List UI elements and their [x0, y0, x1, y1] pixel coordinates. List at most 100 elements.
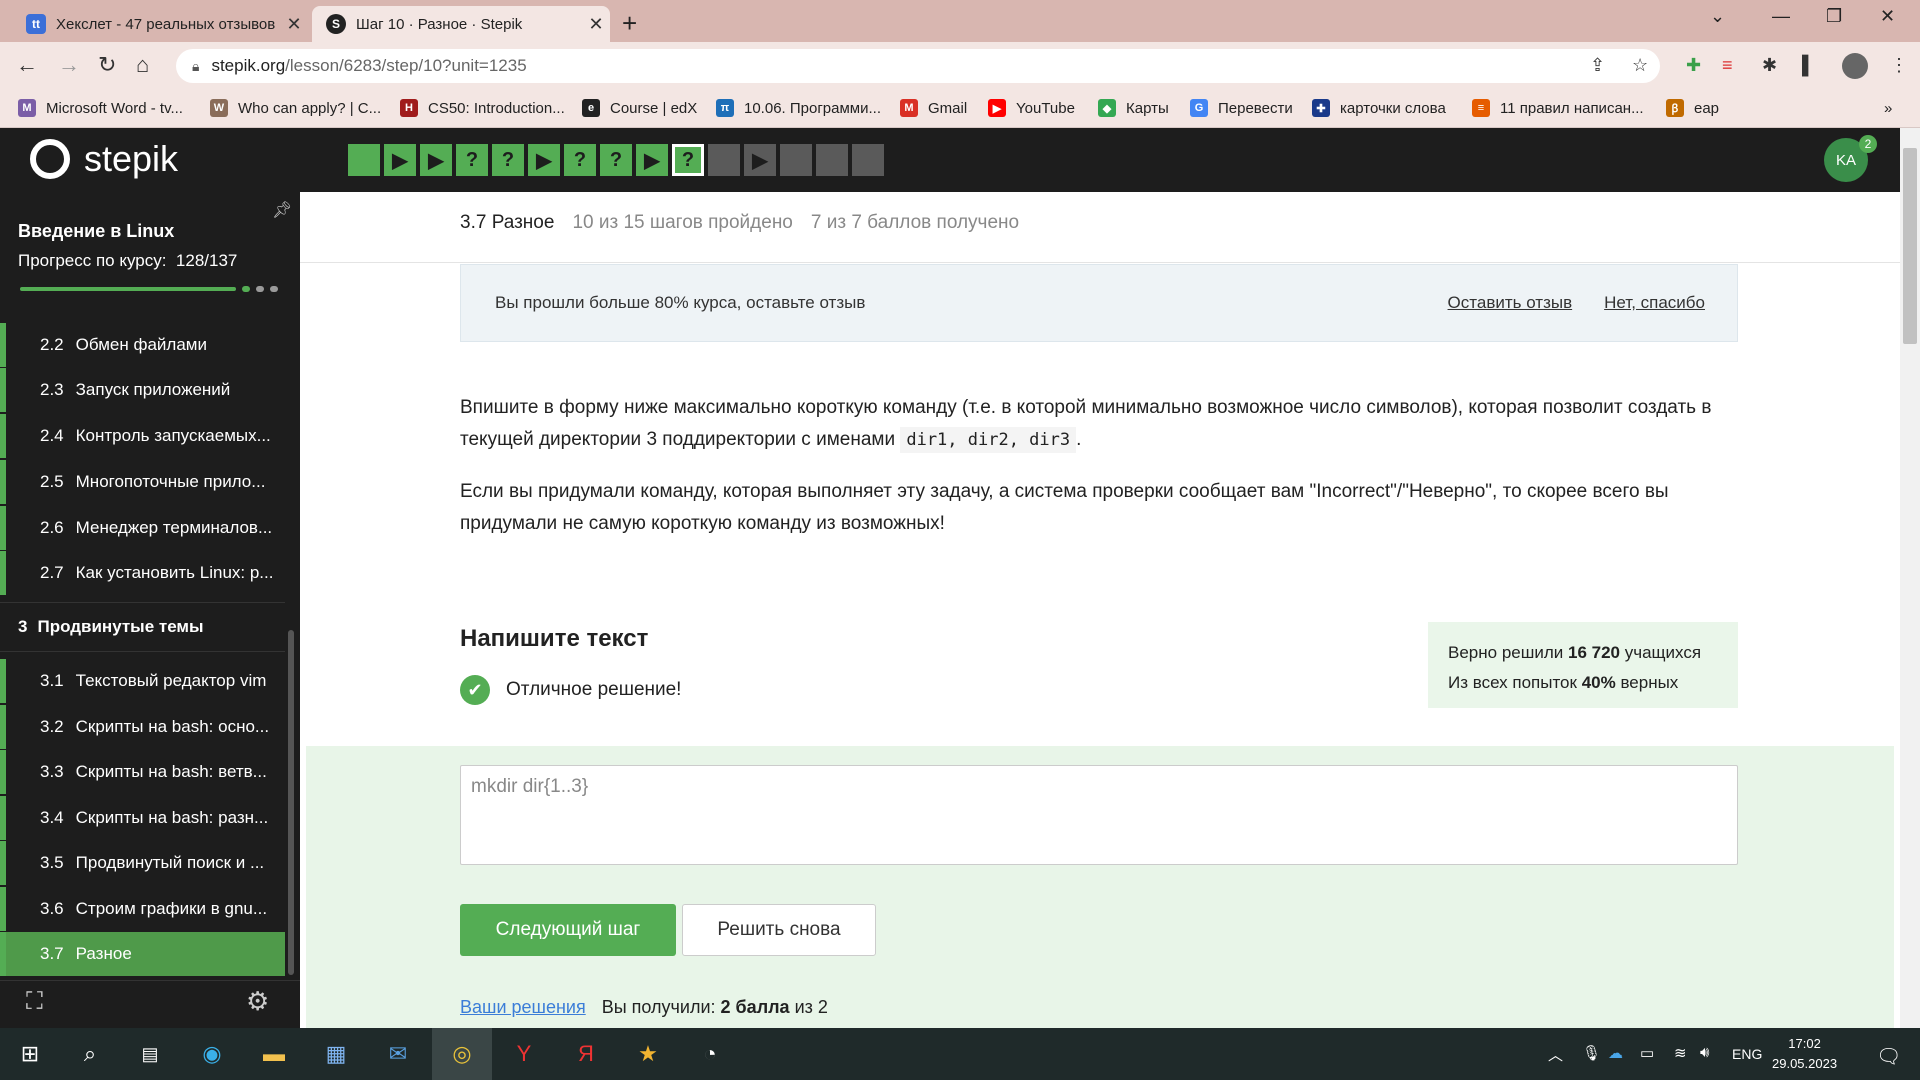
next-step-button[interactable]: Следующий шаг [460, 904, 676, 956]
close-tab-icon[interactable]: ✕ [280, 14, 308, 35]
close-tab-icon[interactable]: ✕ [582, 14, 610, 35]
store-icon[interactable]: ▦ [320, 1038, 352, 1070]
reload-icon[interactable]: ↻ [98, 52, 116, 78]
onedrive-icon[interactable]: ☁ [1608, 1044, 1623, 1062]
share-icon[interactable]: ⇪ [1590, 55, 1605, 76]
lesson-number: 3.4 [40, 808, 64, 827]
sidebar-lesson[interactable]: 3.6 Строим графики в gnu... [0, 887, 285, 931]
bookmark-item[interactable]: ◆ Карты [1098, 96, 1169, 120]
mail-icon[interactable]: ✉ [382, 1038, 414, 1070]
language-indicator[interactable]: ENG [1732, 1046, 1762, 1062]
microphone-icon[interactable]: 🎙︎ [1582, 1044, 1601, 1062]
close-window-icon[interactable]: ✕ [1880, 6, 1895, 27]
tab-search-chevron-icon[interactable]: ⌄ [1710, 6, 1725, 27]
pin-icon[interactable]: 📌︎ [272, 200, 292, 220]
sidebar-lesson[interactable]: 2.7 Как установить Linux: р... [0, 551, 285, 595]
bookmark-item[interactable]: M Gmail [900, 96, 967, 120]
sidebar-lesson-active[interactable]: 3.7 Разное [0, 932, 285, 976]
sidebar-section[interactable]: 3 Продвинутые темы [0, 602, 285, 652]
minimize-icon[interactable]: — [1772, 6, 1790, 27]
course-title[interactable]: Введение в Linux [18, 221, 174, 242]
url-bar[interactable]: 🔒︎ stepik.org/lesson/6283/step/10?unit=1… [176, 49, 1660, 83]
tray-chevron-icon[interactable]: ︿ [1548, 1044, 1563, 1065]
sidebar-scrollbar[interactable] [288, 630, 294, 975]
step-tab[interactable]: ▶ [384, 144, 416, 176]
step-tab[interactable]: ? [456, 144, 488, 176]
step-tab[interactable]: ? [492, 144, 524, 176]
no-thanks-link[interactable]: Нет, спасибо [1604, 293, 1705, 313]
app-icon[interactable]: ◔ [694, 1038, 726, 1070]
sidebar-lesson[interactable]: 3.1 Текстовый редактор vim [0, 659, 285, 703]
file-explorer-icon[interactable]: ▬ [258, 1038, 290, 1070]
sidebar-lesson[interactable]: 2.5 Многопоточные прило... [0, 460, 285, 504]
sidebar-lesson[interactable]: 3.2 Скрипты на bash: осно... [0, 705, 285, 749]
bookmark-item[interactable]: ▶ YouTube [988, 96, 1075, 120]
search-icon[interactable]: ⌕ [74, 1038, 106, 1070]
step-tab[interactable]: ▶ [420, 144, 452, 176]
windows-start-icon[interactable]: ⊞ [14, 1038, 46, 1070]
bookmark-item[interactable]: G Перевести [1190, 96, 1293, 120]
step-tab[interactable] [780, 144, 812, 176]
stepik-logo[interactable]: stepik [30, 138, 178, 180]
bookmark-item[interactable]: W Who can apply? | C... [210, 96, 381, 120]
bookmarks-overflow-icon[interactable]: » [1884, 96, 1892, 120]
bookmark-item[interactable]: M Microsoft Word - tv... [18, 96, 183, 120]
back-icon[interactable]: ← [16, 52, 38, 78]
bookmark-item[interactable]: ≡ 11 правил написан... [1472, 96, 1644, 120]
bookmark-item[interactable]: π 10.06. Программи... [716, 96, 881, 120]
step-tab[interactable]: ▶ [528, 144, 560, 176]
extensions-puzzle-icon[interactable]: ✱ [1762, 55, 1777, 76]
bookmark-item[interactable]: ✚ карточки слова [1312, 96, 1446, 120]
bookmark-item[interactable]: ꞵ еар [1666, 96, 1719, 120]
edge-icon[interactable]: ◉ [196, 1038, 228, 1070]
wifi-icon[interactable]: ≋ [1674, 1044, 1687, 1062]
volume-icon[interactable]: 🔊︎ [1700, 1044, 1709, 1061]
profile-avatar-icon[interactable] [1842, 53, 1868, 79]
browser-tab-stepik[interactable]: S Шаг 10 · Разное · Stepik ✕ [312, 6, 610, 42]
notifications-icon[interactable]: 🗨︎ [1876, 1044, 1901, 1069]
side-panel-icon[interactable]: ▌ [1802, 55, 1815, 76]
browser-tab-hexlet[interactable]: tt Хекслет - 47 реальных отзывов ✕ [12, 6, 308, 42]
sidebar-lesson[interactable]: 2.2 Обмен файлами [0, 323, 285, 367]
task-view-icon[interactable]: ▤ [134, 1038, 166, 1070]
step-tab[interactable]: ▶ [636, 144, 668, 176]
page-scrollbar-thumb[interactable] [1903, 148, 1917, 344]
step-tab[interactable] [852, 144, 884, 176]
bookmark-item[interactable]: e Course | edX [582, 96, 697, 120]
bookmark-star-icon[interactable]: ☆ [1632, 55, 1648, 76]
extension-lines-icon[interactable]: ≡ [1722, 55, 1733, 76]
step-tab[interactable]: ▶ [744, 144, 776, 176]
step-tab[interactable] [816, 144, 848, 176]
step-tab[interactable]: ? [564, 144, 596, 176]
star-app-icon[interactable]: ★ [632, 1038, 664, 1070]
fullscreen-icon[interactable]: ⛶ [26, 988, 43, 1016]
yandex-browser-icon[interactable]: Y [508, 1038, 540, 1070]
sidebar-lesson[interactable]: 2.4 Контроль запускаемых... [0, 414, 285, 458]
home-icon[interactable]: ⌂ [136, 52, 149, 78]
settings-gear-icon[interactable]: ⚙ [246, 986, 269, 1017]
step-tab[interactable]: ? [600, 144, 632, 176]
restore-icon[interactable]: ❐ [1826, 6, 1842, 27]
bookmark-item[interactable]: H CS50: Introduction... [400, 96, 565, 120]
step-tab-current[interactable]: ? [672, 144, 704, 176]
new-tab-button[interactable]: + [622, 8, 637, 39]
sidebar-lesson[interactable]: 3.3 Скрипты на bash: ветв... [0, 750, 285, 794]
sidebar-lesson[interactable]: 3.5 Продвинутый поиск и ... [0, 841, 285, 885]
chrome-icon[interactable]: ◎ [446, 1038, 478, 1070]
sidebar-lesson[interactable]: 2.6 Менеджер терминалов... [0, 506, 285, 550]
forward-icon[interactable]: → [58, 52, 80, 78]
sidebar-lesson[interactable]: 3.4 Скрипты на bash: разн... [0, 796, 285, 840]
sidebar-lesson[interactable]: 2.3 Запуск приложений [0, 368, 285, 412]
yandex-icon[interactable]: Я [570, 1038, 602, 1070]
lesson-title[interactable]: 3.7 Разное [460, 212, 554, 233]
leave-review-link[interactable]: Оставить отзыв [1448, 293, 1573, 313]
your-solutions-link[interactable]: Ваши решения [460, 997, 586, 1017]
battery-icon[interactable]: ▭ [1640, 1044, 1654, 1062]
solve-again-button[interactable]: Решить снова [682, 904, 876, 956]
browser-menu-icon[interactable]: ⋮ [1890, 55, 1908, 76]
answer-textarea[interactable]: mkdir dir{1..3} [460, 765, 1738, 865]
extension-plus-icon[interactable]: ✚ [1686, 55, 1701, 76]
clock[interactable]: 17:02 29.05.2023 [1772, 1034, 1837, 1074]
step-tab[interactable] [348, 144, 380, 176]
step-tab[interactable] [708, 144, 740, 176]
